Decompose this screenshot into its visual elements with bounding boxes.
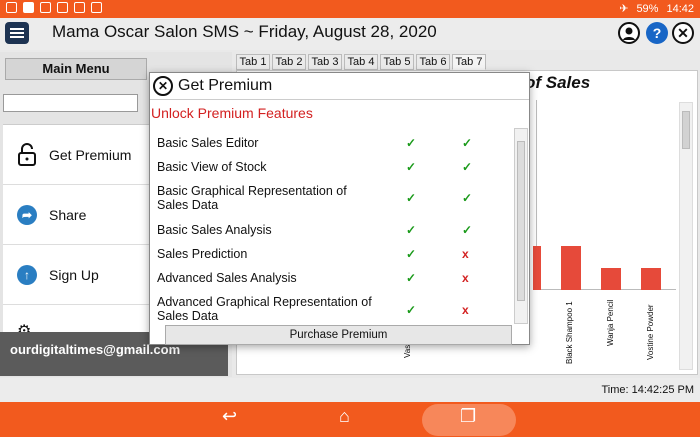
purchase-premium-button[interactable]: Purchase Premium	[165, 325, 512, 345]
feature-name: Advanced Graphical Representation of Sal…	[157, 295, 372, 323]
help-icon[interactable]: ?	[646, 22, 668, 44]
dialog-scrollbar[interactable]	[514, 128, 528, 324]
feature-name: Basic Sales Editor	[157, 136, 259, 150]
tab-1[interactable]: Tab 1	[236, 54, 270, 70]
feature-check: ✓	[462, 191, 473, 205]
feature-check: ✓	[406, 160, 417, 174]
feature-cross: x	[462, 303, 469, 317]
user-icon[interactable]	[618, 22, 640, 44]
divider	[150, 99, 529, 100]
time-label: Time: 14:42:25 PM	[601, 384, 694, 396]
chart-bar	[561, 246, 581, 290]
menu-item-share[interactable]: ➦ Share	[3, 185, 149, 245]
chart-title: of Sales	[525, 73, 591, 92]
feature-check: ✓	[406, 271, 417, 285]
app-title: Mama Oscar Salon SMS ~ Friday, August 28…	[52, 22, 437, 41]
feature-check: ✓	[462, 136, 473, 150]
feature-check: ✓	[406, 247, 417, 261]
image-icon	[91, 2, 102, 13]
notification-icon	[6, 2, 17, 13]
feature-check: ✓	[462, 223, 473, 237]
menu-item-label: Get Premium	[49, 147, 132, 163]
menu-item-get-premium[interactable]: Get Premium	[3, 125, 149, 185]
airplane-icon: ✈	[619, 3, 629, 15]
dialog-subtitle: Unlock Premium Features	[151, 105, 313, 121]
chart-plot	[533, 100, 676, 290]
scrollbar[interactable]	[679, 102, 693, 370]
search-input[interactable]	[3, 94, 138, 112]
notification-icon	[23, 2, 34, 13]
battery-label: 59%	[636, 2, 659, 15]
tab-4[interactable]: Tab 4	[344, 54, 378, 70]
close-icon[interactable]: ✕	[153, 76, 173, 96]
menu-item-label: Sign Up	[49, 267, 99, 283]
feature-check: ✓	[406, 223, 417, 237]
menu-list: Get Premium ➦ Share ↑ Sign Up ⚙	[3, 124, 149, 340]
sign-up-icon: ↑	[17, 265, 37, 285]
menu-item-sign-up[interactable]: ↑ Sign Up	[3, 245, 149, 305]
status-bar: ✈ 59% 14:42	[0, 0, 700, 18]
back-icon[interactable]: ↩	[222, 406, 237, 427]
feature-check: ✓	[462, 160, 473, 174]
chart-bar	[601, 268, 621, 290]
feature-check: ✓	[406, 191, 417, 205]
scrollbar-thumb[interactable]	[682, 111, 690, 149]
tab-3[interactable]: Tab 3	[308, 54, 342, 70]
feature-check: ✓	[406, 303, 417, 317]
chart-x-label: Vas	[403, 344, 412, 358]
home-icon[interactable]: ⌂	[339, 406, 350, 427]
tab-6[interactable]: Tab 6	[416, 54, 450, 70]
lock-icon	[17, 143, 37, 166]
features-table: Basic Sales Editor ✓ ✓ Basic View of Sto…	[150, 125, 513, 325]
navigation-bar	[0, 402, 700, 437]
clock-label: 14:42	[666, 2, 694, 15]
feature-name: Basic Sales Analysis	[157, 223, 272, 237]
feature-cross: x	[462, 271, 469, 285]
close-icon[interactable]: ✕	[672, 22, 694, 44]
chart-x-label: Vostine Powder	[646, 304, 655, 360]
tab-5[interactable]: Tab 5	[380, 54, 414, 70]
image-icon	[57, 2, 68, 13]
share-icon: ➦	[17, 205, 37, 225]
scrollbar-thumb[interactable]	[517, 141, 525, 301]
hamburger-menu-icon[interactable]	[5, 22, 29, 44]
feature-check: ✓	[406, 136, 417, 150]
chart-bar	[533, 246, 541, 290]
recent-apps-icon: ❐	[460, 406, 477, 426]
chart-bar	[641, 268, 661, 290]
image-icon	[40, 2, 51, 13]
dialog-title: Get Premium	[178, 77, 273, 94]
feature-name: Basic Graphical Representation of Sales …	[157, 184, 347, 212]
menu-item-settings[interactable]: ⚙	[3, 305, 149, 340]
recent-apps-button[interactable]: ❐	[422, 404, 516, 436]
chart-x-label: Black Shampoo 1	[565, 301, 574, 364]
menu-item-label: Share	[49, 207, 87, 223]
feature-name: Sales Prediction	[157, 247, 248, 261]
notification-icon	[74, 2, 85, 13]
time-bar	[0, 378, 700, 402]
chart-x-label: Wanja Pencil	[606, 299, 615, 346]
tab-7[interactable]: Tab 7	[452, 54, 486, 70]
main-menu-button[interactable]: Main Menu	[5, 58, 147, 80]
feature-name: Advanced Sales Analysis	[157, 271, 297, 285]
feature-name: Basic View of Stock	[157, 160, 267, 174]
feature-cross: x	[462, 247, 469, 261]
tab-2[interactable]: Tab 2	[272, 54, 306, 70]
